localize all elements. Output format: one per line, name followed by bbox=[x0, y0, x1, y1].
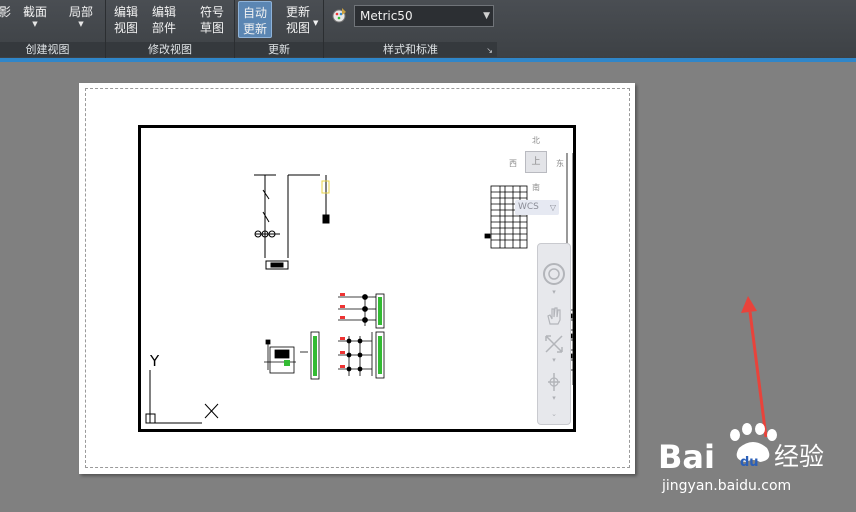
ucs-x-layer: X bbox=[0, 0, 856, 512]
ucs-x-label: X bbox=[0, 0, 1, 1]
